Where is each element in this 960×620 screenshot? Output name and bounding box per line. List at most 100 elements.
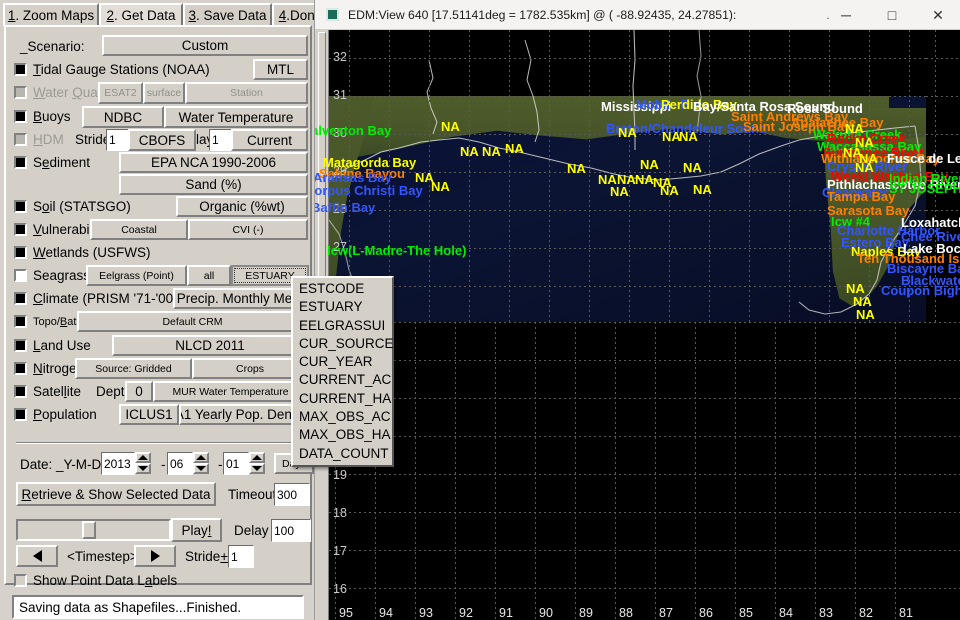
sediment-source-button[interactable]: EPA NCA 1990-2006 xyxy=(119,152,308,173)
date-month-spin-down[interactable] xyxy=(193,463,209,474)
menu-item-estuary[interactable]: ESTUARY xyxy=(293,298,392,316)
satellite-depth-value[interactable]: 0 xyxy=(125,381,153,402)
sediment-source-label: EPA NCA 1990-2006 xyxy=(151,155,276,170)
date-month-input[interactable]: 06 xyxy=(167,452,193,475)
date-label: Date: _Y-M-D xyxy=(20,457,101,472)
tab-get-data[interactable]: 2. Get Data xyxy=(99,3,183,26)
date-day-spin-down[interactable] xyxy=(249,463,265,474)
menu-item-data-count[interactable]: DATA_COUNT xyxy=(293,445,392,463)
x-axis-tick: 88 xyxy=(619,606,633,620)
checkbox-water-quality[interactable] xyxy=(14,86,27,99)
satellite-product-button[interactable]: MUR Water Temperature xyxy=(153,381,308,402)
hdm-variable-label: Current xyxy=(247,133,292,148)
checkbox-vulnerability[interactable] xyxy=(14,223,27,236)
vuln-index-button[interactable]: CVI (-) xyxy=(188,219,308,240)
soil-variable-button[interactable]: Organic (%wt) xyxy=(176,196,308,217)
map-place-label: Rosa Sound xyxy=(787,102,863,115)
scenario-button[interactable]: Custom xyxy=(102,35,308,56)
checkbox-nitrogen[interactable] xyxy=(14,362,27,375)
wq-station-label: Station xyxy=(230,87,263,99)
grid-line xyxy=(329,96,926,97)
date-year-spin-down[interactable] xyxy=(135,463,151,474)
wq-surface-button[interactable]: surface xyxy=(143,82,185,104)
population-model-button[interactable]: ICLUS1 xyxy=(119,404,179,425)
sediment-variable-button[interactable]: Sand (%) xyxy=(119,174,308,195)
checkbox-sediment[interactable] xyxy=(14,156,27,169)
vuln-type-label: Coastal xyxy=(121,224,157,236)
nitrogen-source-button[interactable]: Source: Gridded xyxy=(75,358,192,379)
date-year-spin-up[interactable] xyxy=(135,452,151,463)
timestep-prev-button[interactable] xyxy=(16,545,58,567)
field-dropdown-menu[interactable]: ESTCODE ESTUARY EELGRASSUI CUR_SOURCE CU… xyxy=(291,276,394,467)
landuse-source-button[interactable]: NLCD 2011 xyxy=(112,335,308,356)
na-data-marker: NA xyxy=(431,180,450,193)
map-place-label: Tampa Bay xyxy=(827,190,895,203)
timestep-next-button[interactable] xyxy=(134,545,176,567)
tidal-mtl-button[interactable]: MTL xyxy=(253,59,308,80)
vuln-type-button[interactable]: Coastal xyxy=(90,219,188,240)
tab-save-data[interactable]: 3. Save Data xyxy=(183,3,272,26)
checkbox-show-point-labels[interactable] xyxy=(14,574,27,587)
topobath-source-button[interactable]: Default CRM xyxy=(77,311,308,332)
play-button[interactable]: Play! xyxy=(171,518,222,542)
control-panel: 1. Zoom Maps 2. Get Data 3. Save Data 4.… xyxy=(0,0,316,620)
menu-item-max-obs-ac[interactable]: MAX_OBS_AC xyxy=(293,408,392,426)
date-year-spinner[interactable] xyxy=(135,452,151,474)
seagrass-filter-button[interactable]: all xyxy=(187,265,231,286)
menu-item-estcode[interactable]: ESTCODE xyxy=(293,280,392,298)
date-day-input[interactable]: 01 xyxy=(223,452,249,475)
checkbox-soil[interactable] xyxy=(14,200,27,213)
checkbox-satellite[interactable] xyxy=(14,385,27,398)
date-sep-1: - xyxy=(161,457,166,472)
map-place-label: Corpus Christi Bay xyxy=(315,184,423,197)
checkbox-landuse[interactable] xyxy=(14,339,27,352)
delay-input[interactable]: 100 xyxy=(271,519,311,542)
menu-item-cur-year[interactable]: CUR_YEAR xyxy=(293,353,392,371)
date-year-input[interactable]: 2013 xyxy=(101,452,135,475)
wq-station-button[interactable]: Station xyxy=(185,82,308,104)
wq-esat2-button[interactable]: ESAT2 xyxy=(98,82,143,104)
menu-item-current-ac[interactable]: CURRENT_AC xyxy=(293,371,392,389)
timeout-input[interactable]: 300 xyxy=(274,483,310,506)
y-axis-tick: 31 xyxy=(333,88,347,102)
date-day-spinner[interactable] xyxy=(249,452,265,474)
satellite-product-label: MUR Water Temperature xyxy=(172,386,288,398)
checkbox-buoys[interactable] xyxy=(14,110,27,123)
maximize-button[interactable]: □ xyxy=(869,0,915,30)
status-message: Saving data as Shapefiles...Finished. xyxy=(12,595,304,619)
delay-value: 100 xyxy=(274,524,294,538)
map-window-titlebar[interactable]: EDM:View 640 [17.51141deg = 1782.535km] … xyxy=(315,0,960,30)
timestep-slider-thumb[interactable] xyxy=(82,521,96,539)
menu-item-cur-source[interactable]: CUR_SOURCE xyxy=(293,335,392,353)
stride-input[interactable]: 1 xyxy=(228,545,254,568)
menu-item-max-obs-ha[interactable]: MAX_OBS_HA xyxy=(293,426,392,444)
checkbox-tidal-gauge[interactable] xyxy=(14,63,27,76)
hdm-model-button[interactable]: CBOFS xyxy=(128,129,196,151)
checkbox-seagrass[interactable] xyxy=(14,269,27,282)
climate-variable-button[interactable]: Precip. Monthly Mean xyxy=(173,288,308,309)
buoys-ndbc-button[interactable]: NDBC xyxy=(82,106,164,128)
checkbox-climate[interactable] xyxy=(14,292,27,305)
date-year-value: 2013 xyxy=(104,457,131,471)
menu-item-current-ha[interactable]: CURRENT_HA xyxy=(293,390,392,408)
hdm-variable-button[interactable]: Current xyxy=(231,129,308,151)
close-button[interactable]: ✕ xyxy=(915,0,960,30)
menu-item-eelgrassui[interactable]: EELGRASSUI xyxy=(293,317,392,335)
minimize-button[interactable]: ─ xyxy=(823,0,869,30)
map-plot-area[interactable]: 32313029282719181716 9594939291908988878… xyxy=(315,30,960,620)
date-month-spinner[interactable] xyxy=(193,452,209,474)
tab-zoom-maps[interactable]: 1. Zoom Maps xyxy=(3,3,99,26)
checkbox-topobath[interactable] xyxy=(14,315,27,328)
checkbox-population[interactable] xyxy=(14,408,27,421)
date-month-spin-up[interactable] xyxy=(193,452,209,463)
retrieve-button[interactable]: Retrieve & Show Selected Data xyxy=(16,482,216,506)
map-place-label: ST JOSEPH SOU xyxy=(889,182,960,195)
checkbox-hdm[interactable] xyxy=(14,133,27,146)
checkbox-wetlands[interactable] xyxy=(14,246,27,259)
x-axis-tick: 83 xyxy=(819,606,833,620)
buoys-variable-button[interactable]: Water Temperature xyxy=(164,106,308,128)
date-day-spin-up[interactable] xyxy=(249,452,265,463)
population-variable-button[interactable]: A1 Yearly Pop. Density xyxy=(179,404,308,425)
seagrass-type-button[interactable]: Eelgrass (Point) xyxy=(86,265,187,286)
grid-line xyxy=(329,286,926,287)
